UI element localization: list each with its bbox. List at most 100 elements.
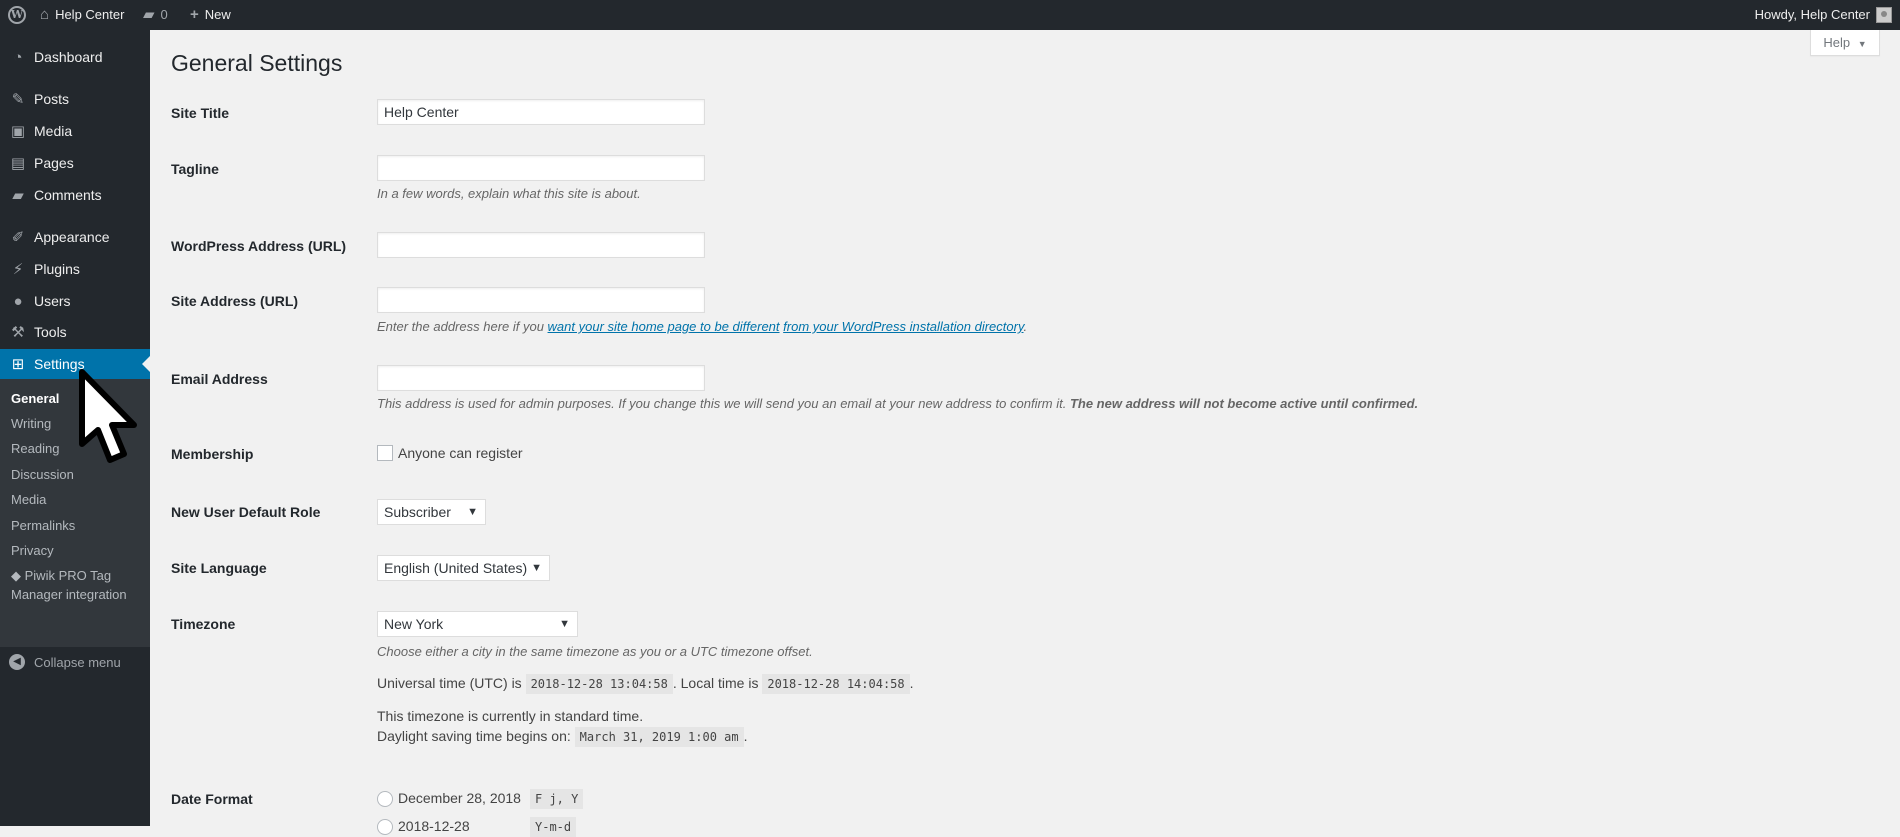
comment-icon: ▰ bbox=[12, 187, 24, 204]
sidebar-item-users[interactable]: ● Users bbox=[0, 286, 150, 316]
comments-link[interactable]: ▰ 0 bbox=[143, 0, 168, 30]
wp-address-input[interactable] bbox=[377, 232, 705, 258]
dashboard-icon: ◔ bbox=[13, 48, 23, 66]
email-input[interactable] bbox=[377, 365, 705, 391]
sidebar-item-comments[interactable]: ▰ Comments bbox=[0, 180, 150, 210]
wordpress-logo-icon[interactable]: W bbox=[8, 0, 28, 30]
desc-bold-text: The new address will not become active u… bbox=[1069, 396, 1419, 411]
site-language-select[interactable]: English (United States) ▼ bbox=[377, 555, 550, 581]
default-role-select[interactable]: Subscriber ▼ bbox=[377, 499, 486, 525]
sidebar-item-label: Appearance bbox=[34, 229, 110, 245]
utc-label: Universal time (UTC) is bbox=[377, 675, 526, 691]
sidebar-item-plugins[interactable]: ⚡ Plugins bbox=[0, 254, 150, 284]
submenu-media[interactable]: Media bbox=[11, 492, 46, 507]
new-label: New bbox=[204, 7, 231, 22]
howdy-text: Howdy, Help Center bbox=[1754, 7, 1870, 22]
role-label: New User Default Role bbox=[171, 504, 321, 520]
date-format-code-1: F j, Y bbox=[530, 789, 584, 809]
installation-directory-link[interactable]: from your WordPress installation directo… bbox=[783, 319, 1023, 334]
tagline-description: In a few words, explain what this site i… bbox=[377, 186, 641, 201]
sidebar-item-posts[interactable]: ✎ Posts bbox=[0, 84, 150, 114]
dst-time: March 31, 2019 1:00 am bbox=[574, 727, 744, 747]
anyone-can-register-checkbox[interactable] bbox=[377, 445, 393, 461]
submenu-permalinks[interactable]: Permalinks bbox=[11, 518, 75, 533]
sidebar-item-appearance[interactable]: ✐ Appearance bbox=[0, 222, 150, 252]
submenu-general[interactable]: General bbox=[11, 391, 59, 406]
submenu-writing[interactable]: Writing bbox=[11, 416, 51, 431]
brush-icon: ✐ bbox=[11, 229, 25, 246]
sidebar-item-label: Comments bbox=[34, 187, 102, 203]
site-title-label: Site Title bbox=[171, 105, 230, 121]
media-icon: ▣ bbox=[10, 123, 26, 140]
pin-icon: ✎ bbox=[11, 91, 25, 108]
sidebar-item-dashboard[interactable]: ◔ Dashboard bbox=[0, 42, 150, 72]
dst-readout: Daylight saving time begins on: March 31… bbox=[377, 727, 748, 747]
sidebar-item-label: Plugins bbox=[34, 261, 80, 277]
local-time: 2018-12-28 14:04:58 bbox=[762, 674, 910, 694]
dst-label: Daylight saving time begins on: bbox=[377, 728, 575, 744]
submenu-piwik[interactable]: ◆ Piwik PRO Tag bbox=[11, 568, 111, 584]
time-readout: Universal time (UTC) is 2018-12-28 13:04… bbox=[377, 674, 914, 694]
submenu-reading[interactable]: Reading bbox=[11, 441, 59, 456]
date-format-option-1[interactable]: December 28, 2018 bbox=[398, 790, 521, 806]
site-name-link[interactable]: ⌂ Help Center bbox=[40, 0, 124, 30]
tagline-label: Tagline bbox=[171, 161, 219, 177]
date-format-radio-1[interactable] bbox=[377, 791, 393, 807]
submenu-piwik-line2[interactable]: Manager integration bbox=[11, 587, 127, 602]
tagline-input[interactable] bbox=[377, 155, 705, 181]
select-value: English (United States) bbox=[384, 560, 528, 576]
comments-count: 0 bbox=[160, 7, 168, 22]
period: . bbox=[743, 728, 748, 744]
desc-text: This address is used for admin purposes.… bbox=[377, 396, 1070, 411]
pages-icon: ▤ bbox=[10, 155, 26, 172]
anyone-can-register-label[interactable]: Anyone can register bbox=[398, 445, 523, 461]
sidebar-item-label: Pages bbox=[34, 155, 74, 171]
date-format-option-2[interactable]: 2018-12-28 bbox=[398, 818, 470, 834]
comment-icon: ▰ bbox=[143, 6, 155, 23]
wrench-icon: ⚒ bbox=[11, 324, 25, 341]
utc-time: 2018-12-28 13:04:58 bbox=[525, 674, 673, 694]
user-icon: ● bbox=[13, 292, 23, 310]
email-description: This address is used for admin purposes.… bbox=[377, 396, 1418, 411]
sidebar-item-label: Settings bbox=[34, 356, 85, 372]
sidebar-item-label: Posts bbox=[34, 91, 70, 107]
select-value: New York bbox=[384, 616, 444, 632]
sidebar-item-tools[interactable]: ⚒ Tools bbox=[0, 317, 150, 347]
home-icon: ⌂ bbox=[40, 6, 50, 23]
piwik-line1: Piwik PRO Tag bbox=[24, 568, 112, 583]
site-address-label: Site Address (URL) bbox=[171, 293, 299, 309]
chevron-down-icon: ▼ bbox=[559, 618, 570, 630]
sidebar-item-label: Tools bbox=[34, 324, 67, 340]
site-title-input[interactable]: Help Center bbox=[377, 99, 705, 125]
tag-icon: ◆ bbox=[11, 568, 21, 583]
plug-icon: ⚡ bbox=[12, 261, 24, 278]
timezone-select[interactable]: New York ▼ bbox=[377, 611, 578, 637]
submenu-privacy[interactable]: Privacy bbox=[11, 543, 54, 558]
date-format-radio-2[interactable] bbox=[377, 819, 393, 835]
standard-time-note: This timezone is currently in standard t… bbox=[377, 708, 644, 724]
chevron-down-icon: ▼ bbox=[467, 506, 478, 518]
page-title: General Settings bbox=[171, 50, 343, 76]
site-address-input[interactable] bbox=[377, 287, 705, 313]
period: . bbox=[909, 675, 914, 691]
timezone-label: Timezone bbox=[171, 616, 236, 632]
date-format-code-2: Y-m-d bbox=[530, 817, 577, 837]
sidebar-item-label: Dashboard bbox=[34, 49, 103, 65]
admin-bar: W ⌂ Help Center ▰ 0 + New Howdy, Help Ce… bbox=[0, 0, 1900, 30]
chevron-down-icon: ▼ bbox=[531, 562, 542, 574]
site-address-description: Enter the address here if you want your … bbox=[377, 319, 1027, 334]
avatar[interactable] bbox=[1876, 7, 1892, 23]
wp-address-label: WordPress Address (URL) bbox=[171, 238, 347, 254]
new-content-link[interactable]: + New bbox=[190, 0, 231, 30]
language-label: Site Language bbox=[171, 560, 267, 576]
submenu-discussion[interactable]: Discussion bbox=[11, 467, 74, 482]
howdy-account[interactable]: Howdy, Help Center bbox=[1755, 0, 1870, 30]
collapse-menu-button[interactable]: ◀ Collapse menu bbox=[0, 648, 150, 676]
local-label: . Local time is bbox=[672, 675, 763, 691]
sidebar-item-pages[interactable]: ▤ Pages bbox=[0, 148, 150, 178]
desc-text: Enter the address here if you bbox=[377, 319, 548, 334]
sidebar-item-media[interactable]: ▣ Media bbox=[0, 116, 150, 146]
membership-label: Membership bbox=[171, 446, 254, 462]
sidebar-item-label: Users bbox=[34, 293, 71, 309]
home-page-different-link[interactable]: want your site home page to be different bbox=[548, 319, 780, 334]
